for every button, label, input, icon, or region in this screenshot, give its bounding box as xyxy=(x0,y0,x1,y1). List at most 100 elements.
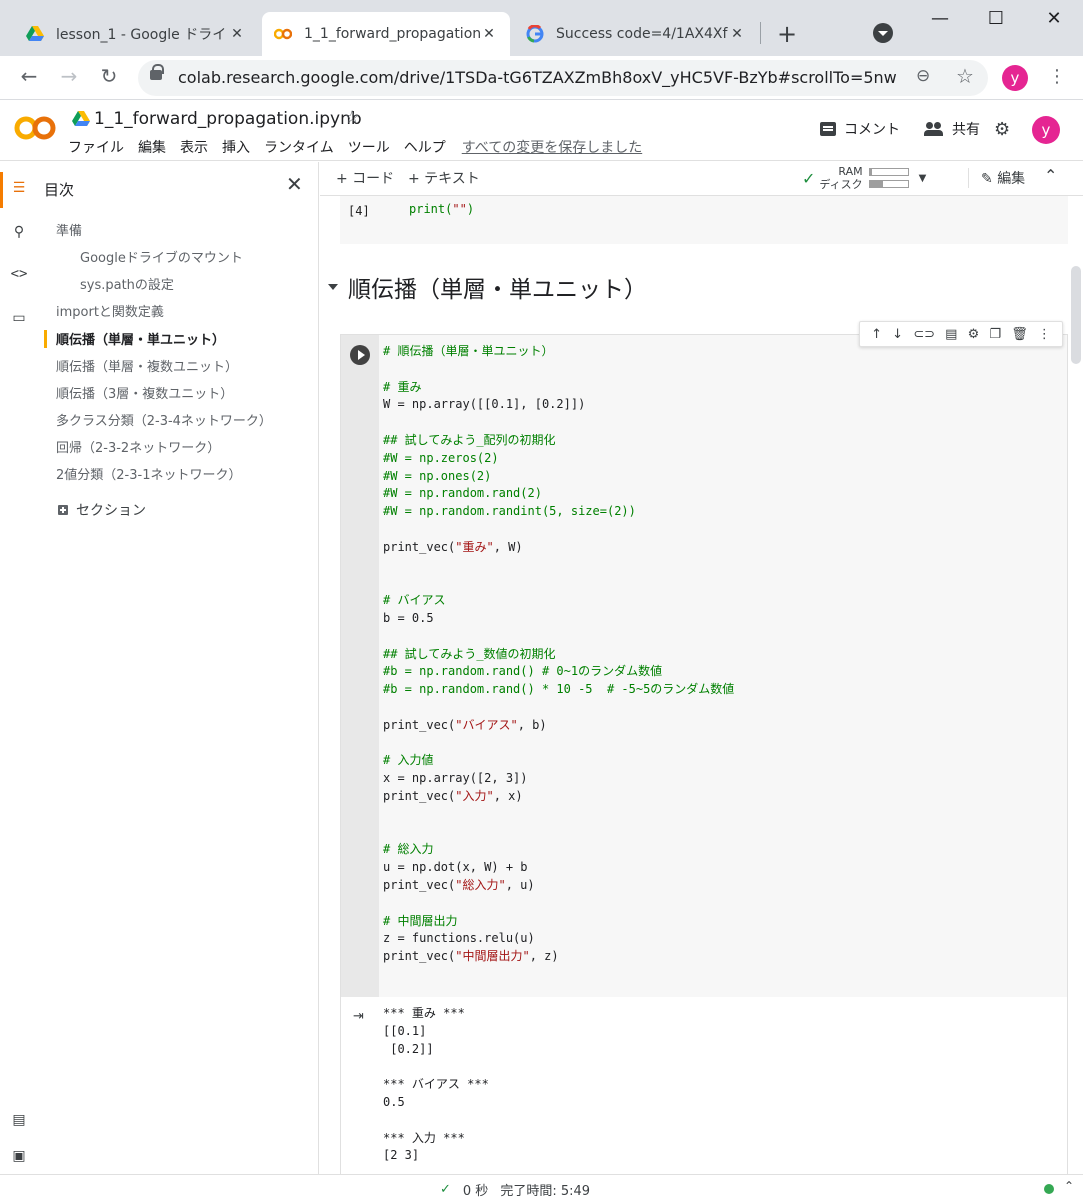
code-line[interactable]: ## 試してみよう_配列の初期化 xyxy=(383,432,1067,450)
code-line[interactable]: #W = np.zeros(2) xyxy=(383,450,1067,468)
section-heading[interactable]: 順伝播（単層・単ユニット） xyxy=(328,270,647,304)
code-line[interactable]: z = functions.relu(u) xyxy=(383,930,1067,948)
code-line[interactable]: print("") xyxy=(409,202,474,216)
toc-item-syspath[interactable]: sys.pathの設定 xyxy=(80,274,174,293)
menu-view[interactable]: 表示 xyxy=(180,137,208,157)
code-line[interactable] xyxy=(383,628,1067,646)
code-line[interactable]: u = np.dot(x, W) + b xyxy=(383,859,1067,877)
menu-runtime[interactable]: ランタイム xyxy=(264,137,334,157)
move-up-icon[interactable]: ↑ xyxy=(871,327,882,342)
menu-tools[interactable]: ツール xyxy=(348,137,390,157)
close-tab-icon[interactable]: ✕ xyxy=(480,26,498,42)
new-tab-button[interactable]: + xyxy=(772,20,802,48)
previous-code-cell[interactable]: [4] print("") xyxy=(340,196,1068,244)
code-line[interactable]: W = np.array([[0.1], [0.2]]) xyxy=(383,396,1067,414)
toc-item-forward-single[interactable]: 順伝播（単層・単ユニット） xyxy=(56,329,225,348)
edit-mode-button[interactable]: ✎ 編集 xyxy=(968,168,1025,188)
colab-logo[interactable] xyxy=(14,115,56,141)
close-tab-icon[interactable]: ✕ xyxy=(228,26,246,42)
files-folder-icon[interactable]: ▭ xyxy=(10,310,28,326)
code-line[interactable]: #b = np.random.rand() # 0~1のランダム数値 xyxy=(383,663,1067,681)
browser-profile-avatar[interactable]: y xyxy=(1002,65,1028,91)
close-icon[interactable]: ✕ xyxy=(286,172,303,196)
notebook-title[interactable]: 1_1_forward_propagation.ipynb xyxy=(94,109,362,129)
code-line[interactable]: # 入力値 xyxy=(383,752,1067,770)
code-line[interactable]: # バイアス xyxy=(383,592,1067,610)
toc-item-import[interactable]: importと関数定義 xyxy=(56,301,164,320)
close-tab-icon[interactable]: ✕ xyxy=(728,26,746,42)
add-section-button[interactable]: セクション xyxy=(58,500,146,520)
code-cell[interactable]: # 順伝播（単層・単ユニット） # 重み W = np.array([[0.1], … xyxy=(340,321,1068,1174)
table-of-contents-icon[interactable]: ☰ xyxy=(10,180,28,196)
comment-icon[interactable]: ▤ xyxy=(945,327,957,342)
gear-icon[interactable]: ⚙ xyxy=(968,327,980,342)
link-icon[interactable]: ⊂⊃ xyxy=(913,327,935,342)
comment-button[interactable]: コメント xyxy=(820,119,900,139)
account-avatar[interactable]: y xyxy=(1032,116,1060,144)
chevron-up-icon[interactable]: ⌃ xyxy=(1064,1179,1074,1193)
toc-item-drive-mount[interactable]: Googleドライブのマウント xyxy=(80,247,243,266)
code-line[interactable]: x = np.array([2, 3]) xyxy=(383,770,1067,788)
share-button[interactable]: 共有 xyxy=(924,119,980,139)
settings-gear-icon[interactable]: ⚙ xyxy=(994,119,1010,140)
code-line[interactable]: ## 試してみよう_数値の初期化 xyxy=(383,646,1067,664)
window-close-button[interactable]: ✕ xyxy=(1039,8,1069,29)
mirror-cell-icon[interactable]: ❐ xyxy=(989,327,1001,342)
google-drive-icon[interactable] xyxy=(72,111,90,127)
code-line[interactable]: print_vec("総入力", u) xyxy=(383,877,1067,895)
code-line[interactable] xyxy=(383,895,1067,913)
move-down-icon[interactable]: ↓ xyxy=(892,327,903,342)
code-line[interactable] xyxy=(383,521,1067,539)
toc-item-forward-3layer[interactable]: 順伝播（3層・複数ユニット） xyxy=(56,383,233,402)
terminal-icon[interactable]: ▣ xyxy=(10,1148,28,1164)
code-line[interactable]: b = 0.5 xyxy=(383,610,1067,628)
code-line[interactable]: print_vec("バイアス", b) xyxy=(383,717,1067,735)
code-line[interactable]: print_vec("入力", x) xyxy=(383,788,1067,806)
menu-edit[interactable]: 編集 xyxy=(138,137,166,157)
code-line[interactable] xyxy=(383,699,1067,717)
code-line[interactable] xyxy=(383,806,1067,824)
code-line[interactable] xyxy=(383,735,1067,753)
resource-monitor[interactable]: ✓ RAM ディスク ▼ xyxy=(802,165,926,191)
collapse-triangle-icon[interactable] xyxy=(328,284,338,290)
maximize-button[interactable]: ☐ xyxy=(981,8,1011,29)
toc-item-regression[interactable]: 回帰（2-3-2ネットワーク） xyxy=(56,437,220,456)
command-palette-icon[interactable]: ▤ xyxy=(10,1112,28,1128)
code-line[interactable] xyxy=(383,414,1067,432)
output-arrow-icon[interactable]: ⇥ xyxy=(353,1009,364,1024)
delete-icon[interactable]: 🗑 xyxy=(1011,327,1028,342)
menu-help[interactable]: ヘルプ xyxy=(404,137,446,157)
toc-item-prep[interactable]: 準備 xyxy=(56,220,82,239)
code-line[interactable]: # 総入力 xyxy=(383,841,1067,859)
connection-status-icon[interactable] xyxy=(1044,1184,1054,1194)
add-code-button[interactable]: + コード xyxy=(336,168,394,188)
scrollbar-thumb[interactable] xyxy=(1071,266,1081,364)
code-editor[interactable]: # 順伝播（単層・単ユニット） # 重み W = np.array([[0.1], … xyxy=(379,335,1067,997)
tab-success-code[interactable]: Success code=4/1AX4Xf ✕ xyxy=(514,12,758,56)
forward-arrow-icon[interactable]: → xyxy=(56,64,82,88)
menu-file[interactable]: ファイル xyxy=(68,137,124,157)
code-line[interactable] xyxy=(383,574,1067,592)
star-notebook-icon[interactable]: ☆ xyxy=(344,107,360,128)
bookmark-star-icon[interactable]: ☆ xyxy=(956,64,974,88)
minimize-button[interactable]: — xyxy=(925,8,955,29)
tab-google-drive[interactable]: lesson_1 - Google ドライブ ✕ xyxy=(14,12,258,56)
code-line[interactable]: #W = np.ones(2) xyxy=(383,468,1067,486)
more-options-icon[interactable]: ⋮ xyxy=(1038,327,1051,342)
code-line[interactable] xyxy=(383,824,1067,842)
code-line[interactable]: # 中間層出力 xyxy=(383,913,1067,931)
code-line[interactable]: print_vec("重み", W) xyxy=(383,539,1067,557)
code-line[interactable]: #b = np.random.rand() * 10 -5 # -5~5のランダ… xyxy=(383,681,1067,699)
tab-colab-notebook[interactable]: 1_1_forward_propagation ✕ xyxy=(262,12,510,56)
code-line[interactable]: # 重み xyxy=(383,379,1067,397)
chevron-up-icon[interactable]: ⌃ xyxy=(1044,166,1057,185)
address-bar[interactable]: colab.research.google.com/drive/1TSDa-tG… xyxy=(138,60,988,96)
zoom-icon[interactable]: ⊖ xyxy=(916,66,930,86)
saved-status-link[interactable]: すべての変更を保存しました xyxy=(462,137,642,157)
reload-icon[interactable]: ↻ xyxy=(96,64,122,88)
code-line[interactable]: print_vec("中間層出力", z) xyxy=(383,948,1067,966)
search-icon[interactable]: ⚲ xyxy=(10,224,28,240)
code-line[interactable] xyxy=(383,557,1067,575)
code-line[interactable]: #W = np.random.rand(2) xyxy=(383,485,1067,503)
back-arrow-icon[interactable]: ← xyxy=(16,64,42,88)
